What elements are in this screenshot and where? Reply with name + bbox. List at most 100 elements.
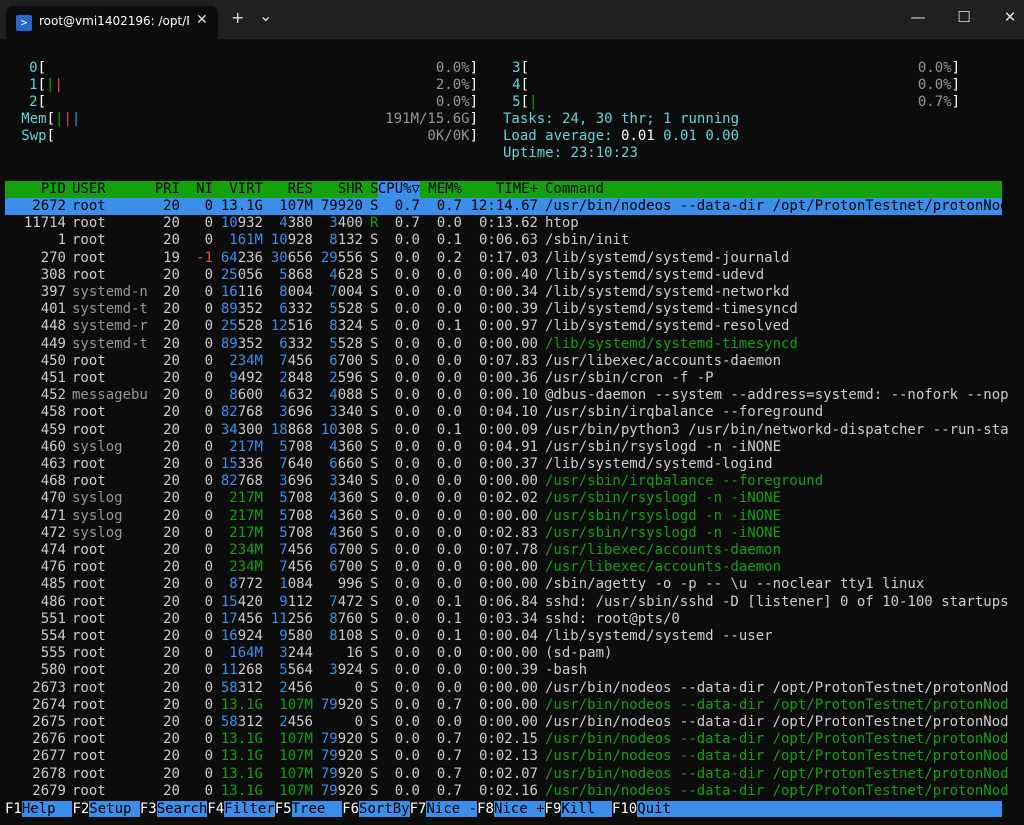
cell-mem: 0.1 bbox=[436, 610, 462, 627]
fkey-f5[interactable]: F5Tree bbox=[275, 801, 343, 818]
cell-res-hi: 7 bbox=[279, 542, 288, 558]
cell-cmd: /usr/libexec/accounts-daemon bbox=[545, 542, 782, 558]
cell-shr-lo: 628 bbox=[337, 266, 363, 283]
new-tab-button[interactable]: + bbox=[231, 8, 244, 27]
close-window-button[interactable]: ✕ bbox=[987, 8, 1024, 26]
cell-shr-hi: 4 bbox=[329, 507, 338, 524]
fkey-f10[interactable]: F10Quit bbox=[612, 801, 1002, 818]
minimize-button[interactable]: — bbox=[895, 8, 941, 26]
cell-shr: 0 bbox=[354, 714, 363, 730]
fkey-f4[interactable]: F4Filter bbox=[207, 801, 275, 818]
cell-cmd: /usr/bin/nodeos --data-dir /opt/ProtonTe… bbox=[545, 782, 1009, 799]
cell-ni: 0 bbox=[204, 404, 213, 421]
table-row[interactable]: 554 root 20 0 16 924 9 580 8 108 S 0.0 0.1 0:00.04/li… bbox=[0, 628, 1024, 645]
table-row[interactable]: 474 root 20 0 234M 7 456 6 700 S 0.0 0.0 0:07.78/usr… bbox=[0, 542, 1024, 559]
cell-res-lo: 004 bbox=[287, 284, 313, 300]
cpu3-meter-value-bracket: ] bbox=[951, 60, 960, 76]
cell-cmd: /usr/bin/python3 /usr/bin/networkd-dispa… bbox=[545, 421, 1009, 438]
cell-shr-lo: 760 bbox=[337, 610, 363, 627]
cell-ni: 0 bbox=[204, 266, 213, 283]
table-row[interactable]: 401 systemd-t 20 0 89 352 6 332 5 528 S 0.0 0.0 0:00.… bbox=[0, 301, 1024, 318]
table-row[interactable]: 11714 root 20 0 10 932 4 380 3 400 R 0.7 0.0 0:13.62 h… bbox=[0, 215, 1024, 232]
table-row[interactable]: 450 root 20 0 234M 7 456 6 700 S 0.0 0.0 0:07.83/usr… bbox=[0, 353, 1024, 370]
table-row[interactable]: 471 syslog 20 0 217M 5 708 4 360 S 0.0 0.0 0:00.00/u… bbox=[0, 508, 1024, 525]
table-row[interactable]: 476 root 20 0 234M 7 456 6 700 S 0.0 0.0 0:00.00/usr… bbox=[0, 559, 1024, 576]
fkey-label: Search bbox=[156, 801, 208, 817]
terminal-area[interactable]: 0[0.0%] 1[|| 2.0%] 2[0.0%] 3[0.0%] 4[0.0%] 5[|… bbox=[0, 39, 1024, 825]
terminal-tab[interactable]: > root@vmi1402196: /opt/Proton ✕ bbox=[6, 6, 218, 39]
table-row-selected[interactable]: 2672 root 20 0 13.1G 107M 79920 S 0.7 0.7 12:14.67… bbox=[0, 198, 1024, 215]
close-tab-icon[interactable]: ✕ bbox=[196, 12, 208, 28]
table-row[interactable]: 460 syslog 20 0 217M 5 708 4 360 S 0.0 0.0 0:04.91/u… bbox=[0, 439, 1024, 456]
table-row[interactable]: 397 systemd-n 20 0 16 116 8 004 7 004 S 0.0 0.0 0:00.… bbox=[0, 284, 1024, 301]
table-row[interactable]: 452 messagebu 20 0 8 600 4 632 4 088 S 0.0 0.0 0:00.1… bbox=[0, 387, 1024, 404]
table-row[interactable]: 2675 root 20 0 58 312 2 456 0 S 0.0 0.0 0:00.00/usr/… bbox=[0, 714, 1024, 731]
table-row[interactable]: 463 root 20 0 15 336 7 640 6 660 S 0.0 0.0 0:00.37/li… bbox=[0, 456, 1024, 473]
cpu5-meter-name: 5 bbox=[512, 94, 521, 110]
cell-res-hi: 30 bbox=[270, 249, 288, 266]
table-row[interactable]: 2678 root 20 0 13.1G 107M 79 920 S 0.0 0.7 0:02.07 /… bbox=[0, 766, 1024, 783]
fkey-f8[interactable]: F8Nice + bbox=[477, 801, 545, 818]
fkey-label: Kill bbox=[561, 801, 612, 817]
fkey-f7[interactable]: F7Nice - bbox=[410, 801, 478, 818]
maximize-button[interactable]: ☐ bbox=[941, 8, 987, 26]
fkey-f9[interactable]: F9Kill bbox=[545, 801, 612, 818]
cpu2-meter-value-bracket: ] bbox=[469, 94, 478, 110]
cell-virt-lo: 600 bbox=[237, 387, 263, 404]
cell-virt-hi: 11 bbox=[220, 662, 238, 679]
table-row[interactable]: 580 root 20 0 11 268 5 564 3 924 S 0.0 0.0 0:00.39 -ba… bbox=[0, 662, 1024, 679]
cell-virt: 13.1G bbox=[220, 782, 263, 799]
cell-virt-hi: 25 bbox=[220, 266, 238, 283]
fkey-f6[interactable]: F6SortBy bbox=[342, 801, 410, 818]
table-row[interactable]: 2674 root 20 0 13.1G 107M 79 920 S 0.0 0.7 0:00.00 /… bbox=[0, 697, 1024, 714]
table-row[interactable]: 458 root 20 0 82 768 3 696 3 340 S 0.0 0.0 0:04.10/us… bbox=[0, 404, 1024, 421]
table-row[interactable]: 451 root 20 0 9 492 2 848 2 596 S 0.0 0.0 0:00.36/usr… bbox=[0, 370, 1024, 387]
cell-pid: 449 bbox=[40, 335, 66, 352]
cell-virt-lo: 768 bbox=[237, 404, 263, 421]
cell-pri: 20 bbox=[163, 284, 180, 300]
cell-ni: 0 bbox=[204, 731, 213, 748]
table-row[interactable]: 472 syslog 20 0 217M 5 708 4 360 S 0.0 0.0 0:02.83/u… bbox=[0, 525, 1024, 542]
table-row[interactable]: 459 root 20 0 34 300 18 868 10 308 S 0.0 0.1 0:00.09 /… bbox=[0, 422, 1024, 439]
table-row[interactable]: 2679 root 20 0 13.1G 107M 79 920 S 0.0 0.7 0:02.16 /… bbox=[0, 783, 1024, 800]
table-row[interactable]: 449 systemd-t 20 0 89 352 6 332 5 528 S 0.0 0.0 0:00.… bbox=[0, 336, 1024, 353]
tab-dropdown-icon[interactable]: ⌄ bbox=[259, 6, 272, 25]
table-row[interactable]: 448 systemd-r 20 0 25 528 12 516 8 324 S 0.0 0.1 0:00… bbox=[0, 318, 1024, 335]
cell-user: root bbox=[72, 679, 106, 696]
cell-res-lo: 656 bbox=[287, 249, 313, 266]
cell-cpu: 0.0 bbox=[394, 404, 420, 421]
cell-user: root bbox=[72, 593, 106, 610]
fkey-label: SortBy bbox=[359, 801, 410, 817]
table-row[interactable]: 1 root 20 0 161M 10 928 8 132 S 0.0 0.1 0:06.63/sbin… bbox=[0, 232, 1024, 249]
cell-pri: 20 bbox=[163, 232, 180, 249]
table-row[interactable]: 2673 root 20 0 58 312 2 456 0 S 0.0 0.0 0:00.00/usr/… bbox=[0, 680, 1024, 697]
table-row[interactable]: 470 syslog 20 0 217M 5 708 4 360 S 0.0 0.0 0:02.02/u… bbox=[0, 490, 1024, 507]
cell-virt: 217M bbox=[229, 507, 263, 524]
table-row[interactable]: 485 root 20 0 8 772 1 084 996 S 0.0 0.0 0:00.00/sbin… bbox=[0, 576, 1024, 593]
cell-mem: 0.2 bbox=[436, 249, 462, 266]
table-row[interactable]: 2677 root 20 0 13.1G 107M 79 920 S 0.0 0.7 0:02.13 /… bbox=[0, 748, 1024, 765]
cell-cpu: 0.7 bbox=[394, 198, 420, 214]
cell-ni: 0 bbox=[204, 593, 213, 610]
table-row[interactable]: 555 root 20 0 164M 3 244 16 S 0.0 0.0 0:00.00 (sd-pa… bbox=[0, 645, 1024, 662]
cell-user: root bbox=[72, 696, 106, 713]
table-row[interactable]: 486 root 20 0 15 420 9 112 7 472 S 0.0 0.1 0:06.84 ssh… bbox=[0, 594, 1024, 611]
cell-shr-lo: 920 bbox=[337, 748, 363, 765]
fkey-f3[interactable]: F3Search bbox=[140, 801, 208, 818]
cell-cmd: @dbus-daemon --system --address=systemd:… bbox=[545, 387, 1009, 404]
table-row[interactable]: 468 root 20 0 82 768 3 696 3 340 S 0.0 0.0 0:00.00/us… bbox=[0, 473, 1024, 490]
table-row[interactable]: 308 root 20 0 25 056 5 868 4 628 S 0.0 0.0 0:00.40/li… bbox=[0, 267, 1024, 284]
cell-ni: 0 bbox=[204, 318, 213, 335]
cell-user: root bbox=[72, 765, 106, 782]
cell-res-lo: 456 bbox=[287, 679, 313, 696]
cell-shr-lo: 340 bbox=[337, 404, 363, 421]
table-row[interactable]: 551 root 20 0 17 456 11 256 8 760 S 0.0 0.1 0:03.34 ss… bbox=[0, 611, 1024, 628]
cell-mem: 0.1 bbox=[436, 593, 462, 610]
cell-cpu: 0.0 bbox=[394, 335, 420, 352]
table-row[interactable]: 2676 root 20 0 13.1G 107M 79 920 S 0.0 0.7 0:02.15 /… bbox=[0, 731, 1024, 748]
fkey-f1[interactable]: F1Help bbox=[5, 801, 73, 818]
cell-res-hi: 3 bbox=[279, 404, 288, 421]
table-row[interactable]: 270 root 19 -1 64 236 30 656 29 556 S 0.0 0.2 0:17.03… bbox=[0, 250, 1024, 267]
cell-shr-lo: 308 bbox=[337, 421, 363, 438]
fkey-f2[interactable]: F2Setup bbox=[72, 801, 140, 818]
